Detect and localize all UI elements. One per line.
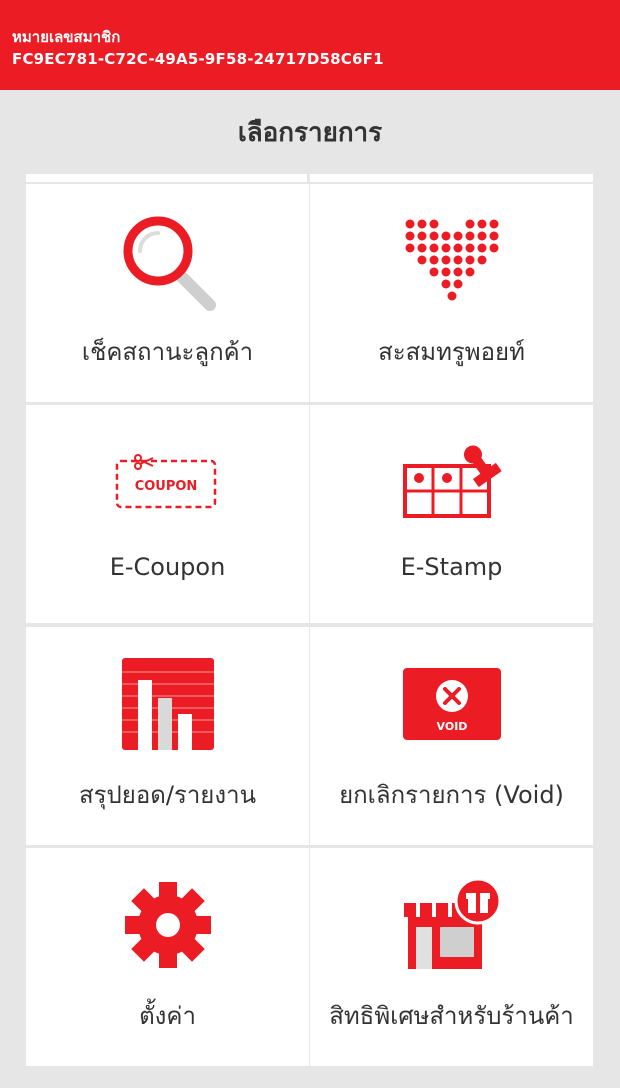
coupon-icon: COUPON: [113, 427, 223, 537]
magnifier-icon: [113, 206, 223, 316]
void-icon-text: VOID: [436, 720, 467, 733]
void-icon: VOID: [397, 649, 507, 759]
menu-e-coupon[interactable]: COUPON E-Coupon: [26, 405, 309, 623]
bar-report-icon: [113, 649, 223, 759]
menu-void[interactable]: VOID ยกเลิกรายการ (Void): [310, 627, 593, 845]
menu-collect-points[interactable]: สะสมทรูพอยท์: [310, 184, 593, 402]
menu-label: E-Coupon: [109, 553, 226, 581]
menu-label: ยกเลิกรายการ (Void): [339, 781, 564, 809]
menu-label: สิทธิพิเศษสำหรับร้านค้า: [329, 1002, 574, 1030]
menu-grid: เช็คสถานะลูกค้า สะสมทรูพอยท์ COUPON E-Co…: [0, 0, 620, 1088]
menu-label: สรุปยอด/รายงาน: [79, 781, 256, 809]
gear-icon: [113, 870, 223, 980]
menu-report[interactable]: สรุปยอด/รายงาน: [26, 627, 309, 845]
menu-e-stamp[interactable]: E-Stamp: [310, 405, 593, 623]
menu-settings[interactable]: ตั้งค่า: [26, 848, 309, 1066]
stamp-card-icon: [397, 427, 507, 537]
menu-label: E-Stamp: [400, 553, 503, 581]
menu-label: ตั้งค่า: [139, 1002, 196, 1030]
shop-gift-icon: [397, 870, 507, 980]
scissors-icon: [133, 454, 153, 470]
coupon-icon-text: COUPON: [134, 479, 197, 494]
menu-shop-privileges[interactable]: สิทธิพิเศษสำหรับร้านค้า: [310, 848, 593, 1066]
menu-label: สะสมทรูพอยท์: [378, 338, 525, 366]
menu-check-status[interactable]: เช็คสถานะลูกค้า: [26, 184, 309, 402]
heart-dots-icon: [397, 206, 507, 316]
menu-label: เช็คสถานะลูกค้า: [81, 338, 254, 366]
